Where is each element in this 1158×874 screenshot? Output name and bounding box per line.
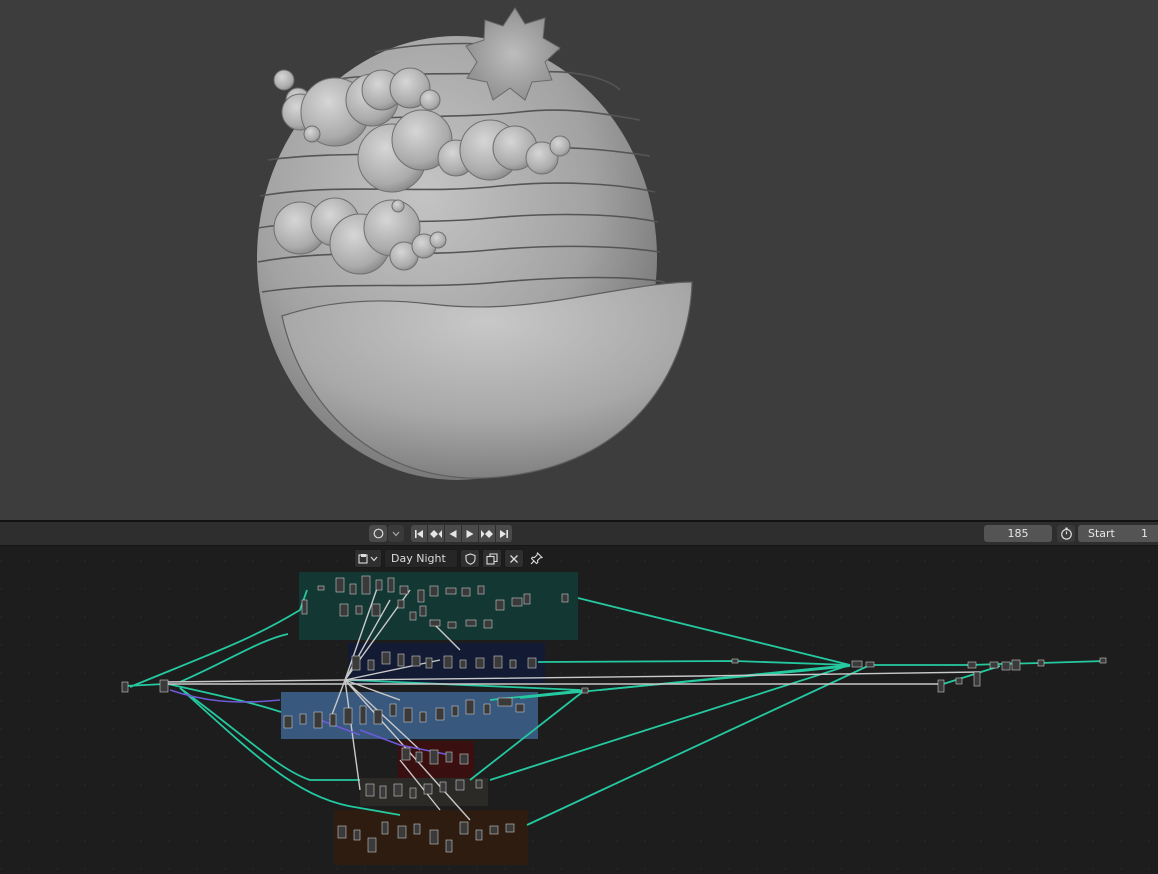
prev-keyframe-icon <box>430 529 442 538</box>
unlink-button[interactable] <box>504 549 524 568</box>
jump-end-icon <box>500 529 508 538</box>
pin-button[interactable] <box>526 549 546 568</box>
record-icon <box>373 528 383 539</box>
node-editor-header: Day Night <box>354 549 546 568</box>
start-frame-label: Start <box>1088 527 1115 540</box>
next-keyframe-icon <box>481 529 493 538</box>
node-grid <box>0 546 1158 874</box>
timeline-header: 185 Start 1 <box>0 522 1158 546</box>
viewport-render <box>257 7 693 480</box>
node-editor-canvas[interactable] <box>0 546 1158 874</box>
start-frame-value: 1 <box>1141 527 1148 540</box>
close-icon <box>510 554 518 563</box>
node-tree-name-field[interactable]: Day Night <box>384 549 458 568</box>
chevron-down-icon <box>392 531 400 536</box>
duplicate-icon <box>486 552 498 565</box>
play-reverse-icon <box>449 529 457 538</box>
browse-node-tree-button[interactable] <box>354 549 382 568</box>
keying-dropdown[interactable] <box>388 525 404 542</box>
current-frame-value: 185 <box>1007 527 1029 540</box>
next-keyframe-button[interactable] <box>479 525 496 542</box>
3d-viewport[interactable] <box>0 0 1158 520</box>
jump-end-button[interactable] <box>496 525 512 542</box>
play-icon <box>466 529 474 538</box>
stopwatch-icon <box>1060 527 1072 540</box>
sea-shape <box>281 281 693 479</box>
fake-user-button[interactable] <box>460 549 480 568</box>
duplicate-button[interactable] <box>482 549 502 568</box>
prev-keyframe-button[interactable] <box>428 525 445 542</box>
node-graph <box>0 546 1158 874</box>
play-button[interactable] <box>462 525 479 542</box>
play-reverse-button[interactable] <box>445 525 462 542</box>
node-tree-name: Day Night <box>391 552 446 565</box>
current-frame-field[interactable]: 185 <box>984 525 1052 542</box>
shield-icon <box>464 552 476 565</box>
jump-start-button[interactable] <box>411 525 428 542</box>
auto-keying-toggle[interactable] <box>1057 525 1075 542</box>
start-frame-field[interactable]: Start 1 <box>1078 525 1158 542</box>
pin-icon <box>530 552 543 565</box>
node-tree-icon <box>358 553 378 564</box>
jump-start-icon <box>415 529 423 538</box>
record-button[interactable] <box>369 525 387 542</box>
playback-controls <box>411 525 512 542</box>
